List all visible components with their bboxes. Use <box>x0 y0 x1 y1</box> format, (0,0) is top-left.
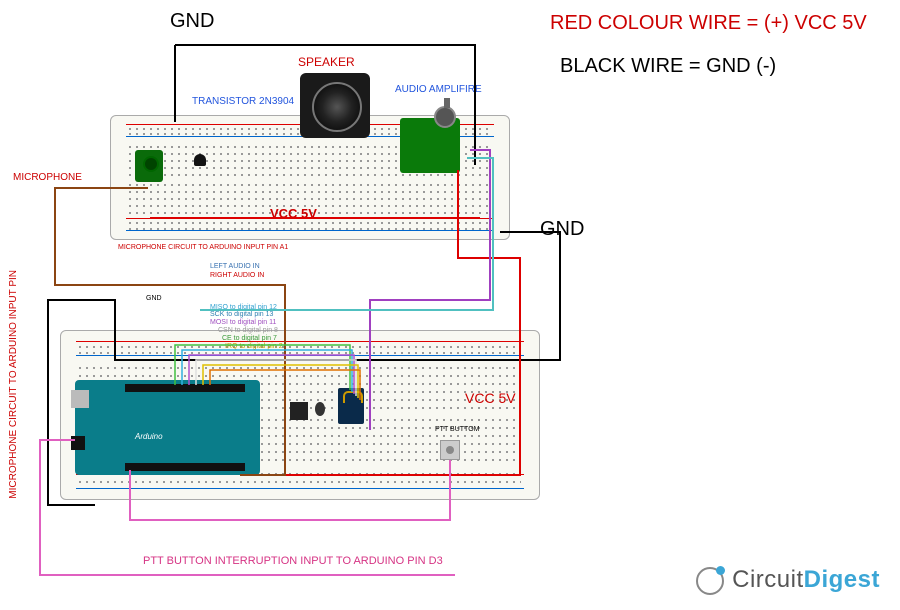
wiring-layer <box>0 0 900 610</box>
